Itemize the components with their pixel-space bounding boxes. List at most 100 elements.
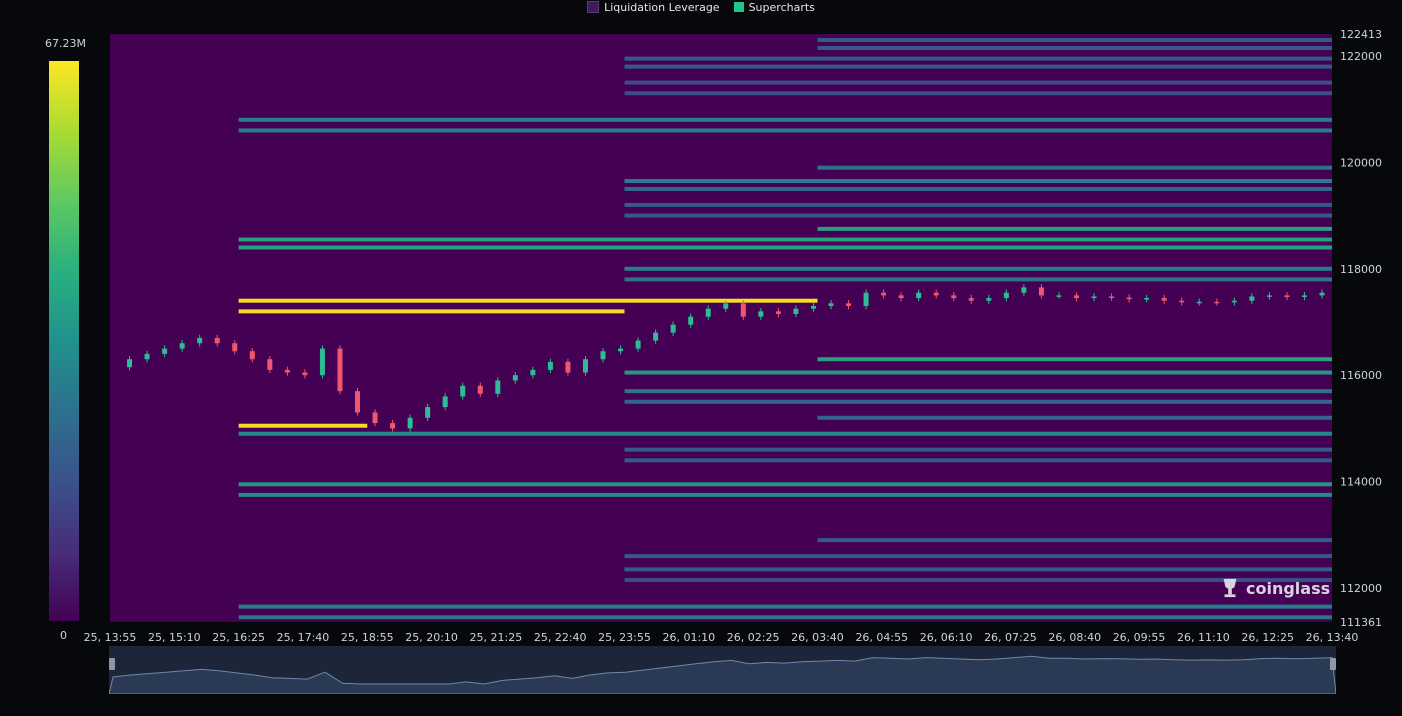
candle [144, 353, 150, 360]
liquidation-band [238, 298, 818, 303]
heatmap-background [110, 34, 1332, 622]
x-tick-label: 25, 16:25 [212, 631, 265, 644]
candle [565, 361, 571, 373]
candle [1109, 296, 1115, 298]
candle [232, 343, 238, 352]
candle [267, 359, 273, 370]
watermark-text: coinglass [1246, 578, 1331, 598]
candle [846, 303, 852, 307]
liquidation-band [624, 447, 1332, 452]
candle [512, 375, 518, 381]
candle [1161, 298, 1167, 301]
liquidation-band [624, 458, 1332, 463]
candle [214, 337, 220, 344]
liquidation-band [817, 415, 1332, 420]
heatmap-chart[interactable]: 122413 122000 120000 118000 116000 114000 1120… [0, 0, 1402, 716]
liquidation-band [238, 604, 1332, 609]
x-tick-label: 25, 23:55 [598, 631, 651, 644]
x-tick-label: 26, 06:10 [920, 631, 973, 644]
candle [547, 361, 553, 370]
liquidation-band [624, 91, 1332, 96]
candle [723, 303, 729, 309]
liquidation-band [238, 117, 1332, 122]
y-tick-label: 120000 [1340, 156, 1382, 169]
liquidation-band [624, 213, 1332, 218]
candle [705, 308, 711, 317]
y-tick-label: 122413 [1340, 28, 1382, 41]
liquidation-band [238, 309, 625, 314]
liquidation-band [238, 128, 1332, 133]
y-tick-label: 118000 [1340, 263, 1382, 276]
liquidation-band [624, 277, 1332, 282]
candle [530, 369, 536, 376]
candle [1021, 287, 1027, 293]
candle [1056, 295, 1062, 297]
x-tick-label: 26, 08:40 [1048, 631, 1101, 644]
candle [740, 303, 746, 317]
candle [442, 396, 448, 408]
candle [600, 351, 606, 360]
candle [775, 311, 781, 315]
x-tick-label: 25, 13:55 [84, 631, 137, 644]
liquidation-band [238, 237, 1332, 242]
coinglass-logo-icon [1223, 578, 1237, 598]
candle [670, 324, 676, 333]
liquidation-band [624, 179, 1332, 183]
x-tick-label: 26, 02:25 [727, 631, 780, 644]
candle [1231, 300, 1237, 303]
liquidation-band [624, 56, 1332, 61]
liquidation-band [624, 64, 1332, 69]
x-tick-label: 25, 15:10 [148, 631, 201, 644]
candle [810, 306, 816, 309]
x-tick-label: 26, 07:25 [984, 631, 1037, 644]
candle [249, 351, 255, 360]
candle [425, 407, 431, 418]
liquidation-band [624, 370, 1332, 375]
x-tick-label: 26, 09:55 [1113, 631, 1166, 644]
candle [793, 308, 799, 315]
candle [477, 385, 483, 394]
liquidation-band [817, 357, 1332, 362]
candle [688, 316, 694, 325]
liquidation-band [238, 431, 1332, 436]
candle [1179, 300, 1185, 303]
liquidation-band [817, 165, 1332, 170]
candle [495, 380, 501, 394]
candle [828, 303, 834, 307]
liquidation-band [624, 80, 1332, 85]
liquidation-band [238, 245, 1332, 250]
candle [898, 295, 904, 299]
navigator-right-handle[interactable] [1330, 658, 1336, 670]
candle [582, 359, 588, 373]
liquidation-band [817, 538, 1332, 543]
candle [319, 348, 325, 376]
y-tick-label: 114000 [1340, 476, 1382, 489]
candle [162, 348, 168, 354]
candle [390, 423, 396, 429]
liquidation-band [624, 202, 1332, 207]
liquidation-band [624, 567, 1332, 572]
candle [1214, 301, 1220, 304]
candle [284, 369, 290, 373]
x-tick-label: 25, 22:40 [534, 631, 587, 644]
x-tick-label: 26, 01:10 [662, 631, 715, 644]
candle [1073, 295, 1079, 299]
candle [1091, 296, 1097, 299]
candle [758, 311, 764, 317]
candle [1144, 298, 1150, 300]
candle [916, 292, 922, 299]
x-tick-label: 26, 12:25 [1241, 631, 1294, 644]
time-navigator[interactable] [109, 646, 1336, 694]
candle [127, 359, 133, 368]
x-tick-label: 25, 18:55 [341, 631, 394, 644]
candle [635, 340, 641, 349]
x-tick-label: 26, 13:40 [1306, 631, 1359, 644]
y-tick-label: 122000 [1340, 50, 1382, 63]
liquidation-band [238, 615, 1332, 620]
candle [933, 292, 939, 296]
candle [1003, 292, 1009, 299]
liquidation-band [624, 554, 1332, 559]
navigator-left-handle[interactable] [109, 658, 115, 670]
liquidation-band [238, 482, 1332, 487]
candle [1196, 301, 1202, 304]
